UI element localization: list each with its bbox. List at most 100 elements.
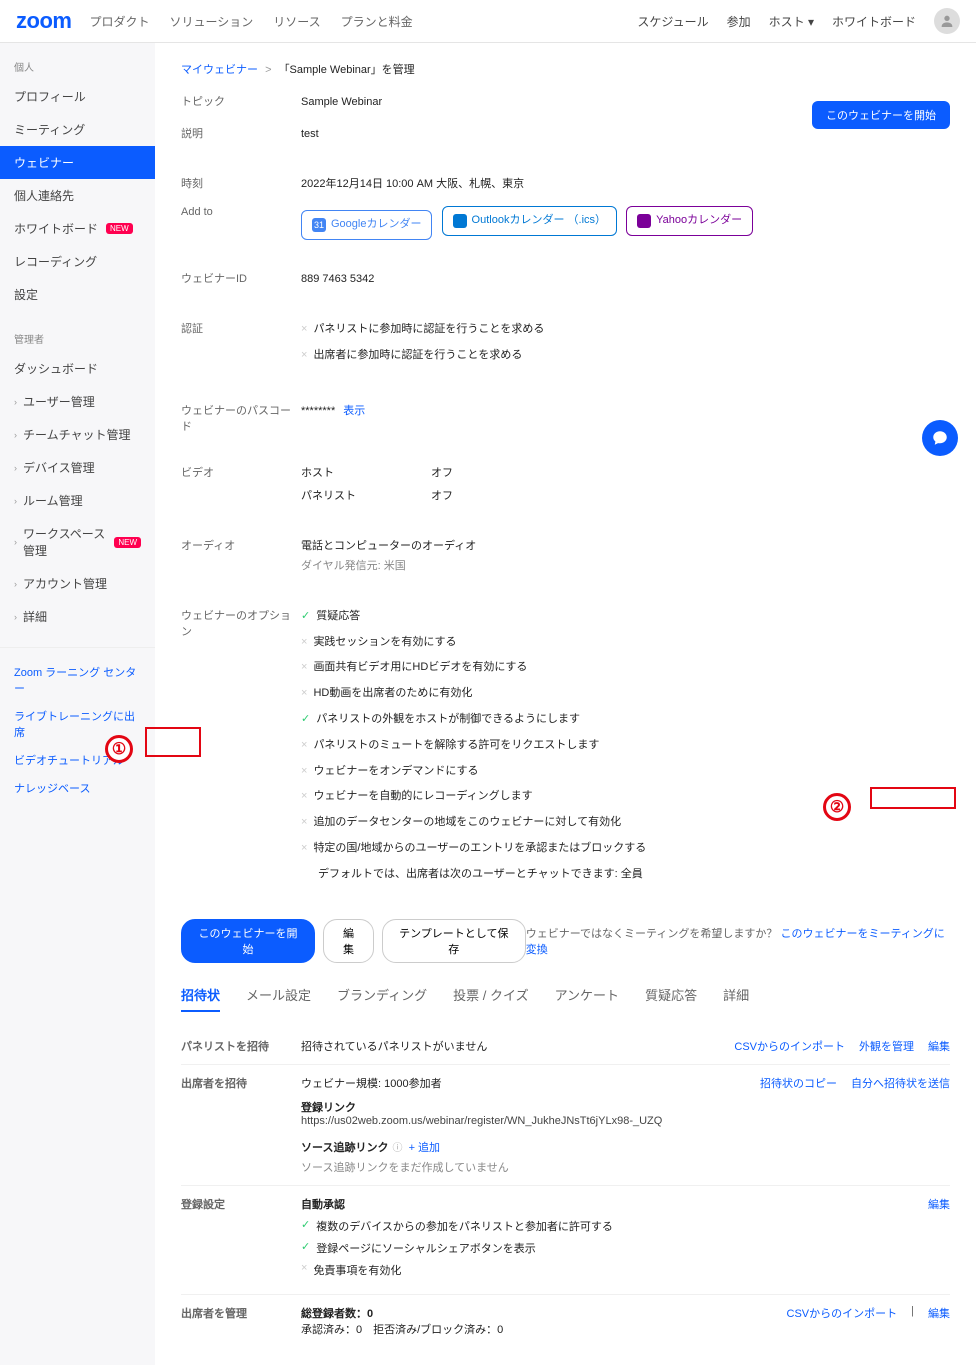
video-host-value: オフ bbox=[431, 464, 561, 484]
sidebar-item-user-mgmt[interactable]: ›ユーザー管理 bbox=[0, 385, 155, 418]
outlook-calendar-button[interactable]: Outlookカレンダー （.ics） bbox=[442, 206, 617, 236]
reg-opt-multi-device: 複数のデバイスからの参加をパネリストと参加者に許可する bbox=[316, 1218, 613, 1234]
link-edit-attendee[interactable]: 編集 bbox=[928, 1305, 950, 1321]
sidebar-item-settings[interactable]: 設定 bbox=[0, 278, 155, 311]
link-copy-invite[interactable]: 招待状のコピー bbox=[760, 1075, 837, 1091]
topbar: zoom プロダクト ソリューション リソース プランと料金 スケジュール 参加… bbox=[0, 0, 976, 43]
label-source-track: ソース追跡リンク bbox=[301, 1142, 388, 1154]
opt-qa: 質疑応答 bbox=[316, 607, 360, 627]
value-source-none: ソース追跡リンクをまだ作成していません bbox=[301, 1159, 760, 1175]
link-edit-panelist[interactable]: 編集 bbox=[928, 1038, 950, 1054]
link-csv-import-2[interactable]: CSVからのインポート bbox=[787, 1305, 898, 1321]
sidebar-item-webinar[interactable]: ウェビナー bbox=[0, 146, 155, 179]
link-add-source[interactable]: + 追加 bbox=[409, 1142, 440, 1154]
badge-new: NEW bbox=[114, 537, 141, 548]
label-manage-attendee: 出席者を管理 bbox=[181, 1305, 301, 1337]
sidebar-item-device-mgmt[interactable]: ›デバイス管理 bbox=[0, 451, 155, 484]
link-join[interactable]: 参加 bbox=[727, 13, 751, 30]
value-time: 2022年12月14日 10:00 AM 大阪、札幌、東京 bbox=[301, 175, 950, 195]
google-calendar-button[interactable]: 31Googleカレンダー bbox=[301, 210, 432, 240]
sidebar-item-profile[interactable]: プロフィール bbox=[0, 80, 155, 113]
value-capacity: ウェビナー規模: 1000参加者 bbox=[301, 1075, 760, 1091]
zoom-logo[interactable]: zoom bbox=[16, 8, 71, 34]
sidebar-item-teamchat-mgmt[interactable]: ›チームチャット管理 bbox=[0, 418, 155, 451]
reg-opt-social-share: 登録ページにソーシャルシェアボタンを表示 bbox=[316, 1240, 536, 1256]
sidebar-item-recording[interactable]: レコーディング bbox=[0, 245, 155, 278]
sidebar-item-room-mgmt[interactable]: ›ルーム管理 bbox=[0, 484, 155, 517]
link-csv-import[interactable]: CSVからのインポート bbox=[734, 1038, 845, 1054]
check-icon: ✓ bbox=[301, 1218, 310, 1231]
start-webinar-button[interactable]: このウェビナーを開始 bbox=[812, 101, 950, 129]
sidebar-link-live[interactable]: ライブトレーニングに出席 bbox=[0, 702, 155, 746]
link-host[interactable]: ホスト ▾ bbox=[769, 13, 814, 30]
opt-hd-attendee: HD動画を出席者のために有効化 bbox=[313, 684, 472, 704]
label-video: ビデオ bbox=[181, 464, 301, 480]
passcode-show-link[interactable]: 表示 bbox=[343, 405, 365, 417]
breadcrumb-root[interactable]: マイウェビナー bbox=[181, 64, 258, 76]
opt-dc: 追加のデータセンターの地域をこのウェビナーに対して有効化 bbox=[313, 813, 621, 833]
nav-resource[interactable]: リソース bbox=[273, 13, 320, 30]
value-auto-approve: 自動承認 bbox=[301, 1196, 928, 1212]
edit-button[interactable]: 編集 bbox=[323, 919, 374, 963]
nav-plan[interactable]: プランと料金 bbox=[341, 13, 413, 30]
sidebar-item-dashboard[interactable]: ダッシュボード bbox=[0, 352, 155, 385]
x-icon: × bbox=[301, 320, 307, 340]
reg-opt-disclaimer: 免責事項を有効化 bbox=[313, 1262, 401, 1278]
link-whiteboard[interactable]: ホワイトボード bbox=[832, 13, 916, 30]
sidebar-item-advanced[interactable]: ›詳細 bbox=[0, 600, 155, 633]
sidebar-link-learning[interactable]: Zoom ラーニング センター bbox=[0, 658, 155, 702]
sidebar-item-whiteboard[interactable]: ホワイトボードNEW bbox=[0, 212, 155, 245]
label-panelist-invite: パネリストを招待 bbox=[181, 1038, 301, 1054]
start-webinar-button-2[interactable]: このウェビナーを開始 bbox=[181, 919, 315, 963]
link-send-self[interactable]: 自分へ招待状を送信 bbox=[851, 1075, 950, 1091]
link-schedule[interactable]: スケジュール bbox=[637, 13, 708, 30]
sidebar-link-video[interactable]: ビデオチュートリアル bbox=[0, 746, 155, 774]
tab-email[interactable]: メール設定 bbox=[246, 985, 311, 1012]
nav-solution[interactable]: ソリューション bbox=[169, 13, 253, 30]
value-reg-link[interactable]: https://us02web.zoom.us/webinar/register… bbox=[301, 1115, 760, 1127]
info-icon: ⓘ bbox=[392, 1143, 402, 1154]
yahoo-calendar-button[interactable]: Yahooカレンダー bbox=[626, 206, 753, 236]
nav-product[interactable]: プロダクト bbox=[89, 13, 149, 30]
tab-survey[interactable]: アンケート bbox=[555, 985, 619, 1012]
x-icon: × bbox=[301, 813, 307, 833]
save-template-button[interactable]: テンプレートとして保存 bbox=[382, 919, 526, 963]
sidebar-item-contacts[interactable]: 個人連絡先 bbox=[0, 179, 155, 212]
opt-unmute: パネリストのミュートを解除する許可をリクエストします bbox=[313, 736, 599, 756]
value-dial: ダイヤル発信元: 米国 bbox=[301, 557, 950, 577]
check-icon: ✓ bbox=[301, 710, 310, 730]
sidebar-link-kb[interactable]: ナレッジベース bbox=[0, 774, 155, 802]
sidebar-item-account-mgmt[interactable]: ›アカウント管理 bbox=[0, 567, 155, 600]
tab-poll[interactable]: 投票 / クイズ bbox=[453, 985, 528, 1012]
x-icon: × bbox=[301, 736, 307, 756]
tab-qa[interactable]: 質疑応答 bbox=[645, 985, 697, 1012]
chevron-right-icon: › bbox=[14, 537, 17, 547]
help-fab[interactable] bbox=[922, 420, 958, 456]
label-addto: Add to bbox=[181, 206, 301, 218]
sidebar-section-admin: 管理者 bbox=[0, 325, 155, 352]
avatar[interactable] bbox=[934, 8, 960, 34]
opt-panelist-view: パネリストの外観をホストが制御できるようにします bbox=[316, 710, 580, 730]
label-webinar-id: ウェビナーID bbox=[181, 270, 301, 286]
value-passcode: ******** bbox=[301, 405, 335, 417]
tab-branding[interactable]: ブランディング bbox=[337, 985, 427, 1012]
tab-invitation[interactable]: 招待状 bbox=[181, 985, 220, 1012]
breadcrumb-sep: > bbox=[265, 64, 271, 76]
label-audio: オーディオ bbox=[181, 537, 301, 553]
video-panelist-value: オフ bbox=[431, 487, 561, 507]
yahoo-icon bbox=[637, 214, 651, 228]
tab-more[interactable]: 詳細 bbox=[723, 985, 749, 1012]
x-icon: × bbox=[301, 839, 307, 859]
value-total-reg: 総登録者数：0 bbox=[301, 1305, 787, 1321]
link-edit-reg[interactable]: 編集 bbox=[928, 1196, 950, 1212]
label-desc: 説明 bbox=[181, 125, 301, 141]
value-panelist-none: 招待されているパネリストがいません bbox=[301, 1038, 734, 1054]
label-passcode: ウェビナーのパスコード bbox=[181, 402, 301, 434]
video-host-label: ホスト bbox=[301, 464, 431, 484]
opt-ondemand: ウェビナーをオンデマンドにする bbox=[313, 762, 478, 782]
sidebar-item-workspace-mgmt[interactable]: ›ワークスペース管理NEW bbox=[0, 517, 155, 567]
label-topic: トピック bbox=[181, 93, 301, 109]
x-icon: × bbox=[301, 658, 307, 678]
sidebar-item-meeting[interactable]: ミーティング bbox=[0, 113, 155, 146]
link-manage-appearance[interactable]: 外観を管理 bbox=[859, 1038, 914, 1054]
